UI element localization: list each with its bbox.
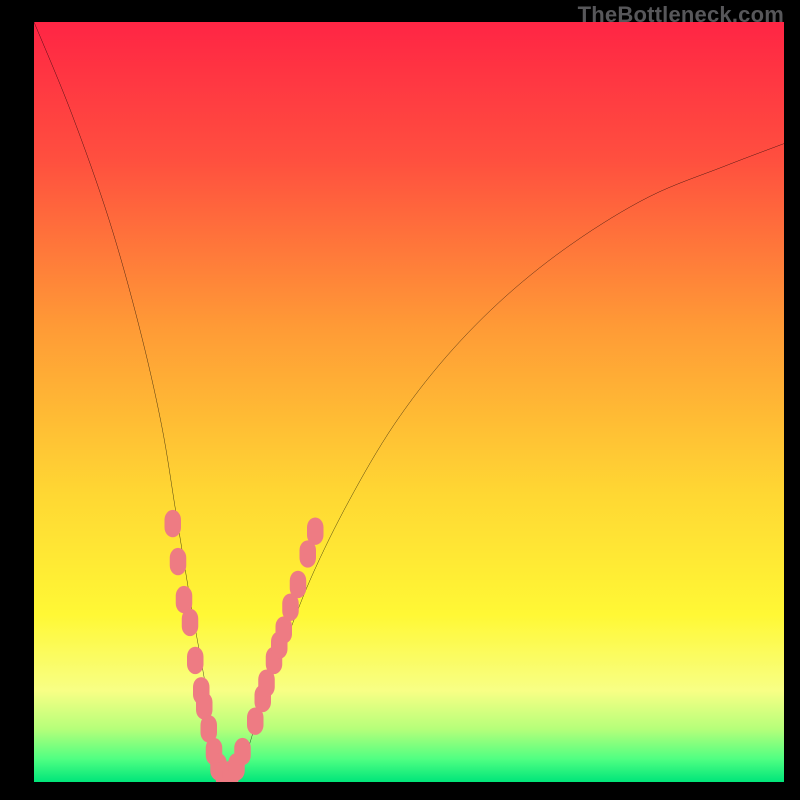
data-marker [187, 647, 204, 674]
data-marker [234, 738, 251, 765]
data-marker [182, 609, 199, 636]
data-markers [165, 510, 324, 782]
data-marker [170, 548, 187, 575]
data-marker [307, 518, 324, 545]
data-marker [290, 571, 307, 598]
data-marker [165, 510, 182, 537]
curve-layer [34, 22, 784, 782]
watermark-text: TheBottleneck.com [578, 2, 784, 28]
chart-frame: TheBottleneck.com [0, 0, 800, 800]
bottleneck-curve [34, 22, 784, 774]
plot-area [34, 22, 784, 782]
